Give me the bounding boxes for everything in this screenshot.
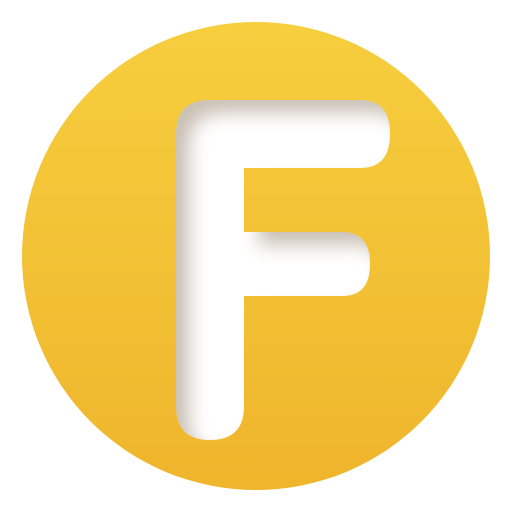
letter-f-icon xyxy=(22,22,490,490)
app-icon-canvas xyxy=(0,0,512,512)
